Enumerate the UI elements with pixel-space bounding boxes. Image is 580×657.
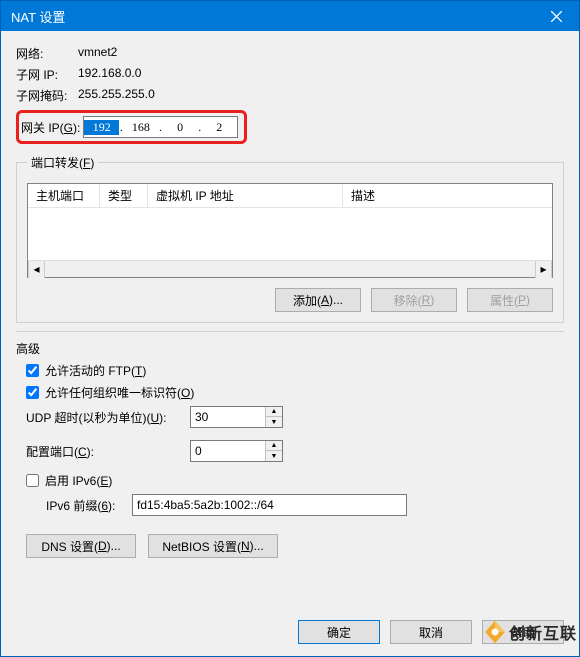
- gateway-octet-1[interactable]: 192: [84, 120, 119, 135]
- ipv6-prefix-input[interactable]: [132, 494, 407, 516]
- close-icon: [551, 11, 562, 22]
- add-button[interactable]: 添加(A)...: [275, 288, 361, 312]
- cancel-button[interactable]: 取消: [390, 620, 472, 644]
- ipv6-label[interactable]: 启用 IPv6(E): [45, 472, 112, 489]
- oui-checkbox[interactable]: [26, 386, 39, 399]
- cfgport-label: 配置端口(C):: [26, 443, 184, 460]
- hscrollbar[interactable]: ◂ ▸: [28, 260, 552, 277]
- table-body[interactable]: [28, 208, 552, 260]
- help-button[interactable]: 帮助: [482, 620, 564, 644]
- divider: [16, 331, 564, 332]
- gateway-label: 网关 IP(G):: [21, 119, 83, 136]
- config-port-input[interactable]: [191, 442, 265, 460]
- subnet-ip-label: 子网 IP:: [16, 66, 78, 83]
- gateway-octet-3[interactable]: 0: [162, 120, 197, 135]
- dialog-footer: 确定 取消 帮助: [1, 610, 579, 656]
- subnet-ip-value: 192.168.0.0: [78, 66, 141, 83]
- ok-button[interactable]: 确定: [298, 620, 380, 644]
- udp-spin-down-icon[interactable]: ▼: [266, 417, 282, 427]
- dns-settings-button[interactable]: DNS 设置(D)...: [26, 534, 136, 558]
- properties-button: 属性(P): [467, 288, 553, 312]
- udp-label: UDP 超时(以秒为单位)(U):: [26, 409, 184, 426]
- ipv6-checkbox[interactable]: [26, 474, 39, 487]
- col-host-port[interactable]: 主机端口: [28, 184, 100, 207]
- advanced-title: 高级: [16, 340, 564, 357]
- ftp-label[interactable]: 允许活动的 FTP(T): [45, 362, 146, 379]
- scroll-right-icon[interactable]: ▸: [535, 261, 552, 278]
- port-forward-table[interactable]: 主机端口 类型 虚拟机 IP 地址 描述 ◂ ▸: [27, 183, 553, 278]
- cfgport-spin-down-icon[interactable]: ▼: [266, 451, 282, 461]
- gateway-highlight: 网关 IP(G): 192. 168. 0. 2: [16, 110, 247, 144]
- udp-spin-up-icon[interactable]: ▲: [266, 407, 282, 417]
- cfgport-spin-up-icon[interactable]: ▲: [266, 441, 282, 451]
- port-forward-legend: 端口转发(F): [27, 154, 98, 171]
- oui-label[interactable]: 允许任何组织唯一标识符(O): [45, 384, 194, 401]
- window-title: NAT 设置: [11, 7, 65, 26]
- ipv6-prefix-label: IPv6 前缀(6):: [46, 497, 126, 514]
- gateway-octet-2[interactable]: 168: [123, 120, 158, 135]
- ftp-checkbox[interactable]: [26, 364, 39, 377]
- col-vm-ip[interactable]: 虚拟机 IP 地址: [148, 184, 343, 207]
- network-value: vmnet2: [78, 45, 117, 62]
- titlebar[interactable]: NAT 设置: [1, 1, 579, 31]
- close-button[interactable]: [534, 1, 579, 31]
- nat-settings-dialog: NAT 设置 网络: vmnet2 子网 IP: 192.168.0.0 子网掩…: [0, 0, 580, 657]
- udp-timeout-input[interactable]: [191, 408, 265, 426]
- gateway-octet-4[interactable]: 2: [202, 120, 237, 135]
- subnet-mask-label: 子网掩码:: [16, 87, 78, 104]
- col-desc[interactable]: 描述: [343, 184, 552, 207]
- subnet-mask-value: 255.255.255.0: [78, 87, 155, 104]
- netbios-settings-button[interactable]: NetBIOS 设置(N)...: [148, 534, 278, 558]
- gateway-ip-input[interactable]: 192. 168. 0. 2: [83, 116, 238, 138]
- col-type[interactable]: 类型: [100, 184, 148, 207]
- port-forward-group: 端口转发(F) 主机端口 类型 虚拟机 IP 地址 描述 ◂ ▸ 添加(A)..…: [16, 154, 564, 323]
- network-label: 网络:: [16, 45, 78, 62]
- remove-button: 移除(R): [371, 288, 457, 312]
- scroll-left-icon[interactable]: ◂: [28, 261, 45, 278]
